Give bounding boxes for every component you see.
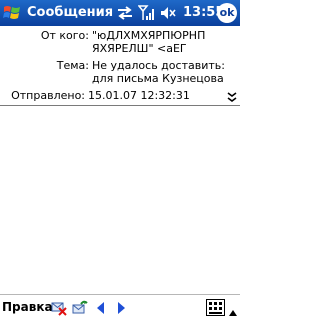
keyboard-icon[interactable] [206, 299, 225, 316]
from-value: "юДЛХМХЯРПЮРНП ЯХЯРЕЛШ" <аЕГ [92, 29, 206, 55]
app-title: Сообщения [27, 5, 114, 20]
double-chevron-down-icon[interactable] [226, 91, 238, 103]
windows-flag-icon[interactable] [2, 3, 22, 23]
message-header: От кого: "юДЛХМХЯРПЮРНП ЯХЯРЕЛШ" <аЕГ Те… [0, 26, 240, 106]
delete-message-icon[interactable] [51, 300, 67, 316]
from-label: От кого: [40, 29, 89, 42]
title-bar: Сообщения 13:55 ok [0, 0, 240, 26]
signal-strength-icon[interactable] [138, 5, 156, 21]
subject-label: Тема: [56, 59, 89, 72]
status-icons [116, 4, 176, 22]
menu-bar: Правка [0, 294, 240, 320]
message-body[interactable] [0, 106, 240, 294]
subject-value: Не удалось доставить: для письма Кузнецо… [92, 59, 225, 85]
speaker-muted-icon[interactable] [160, 5, 176, 21]
previous-arrow-icon[interactable] [93, 300, 109, 316]
sent-value: 15.01.07 12:32:31 [88, 89, 190, 102]
sent-label: Отправлено: [11, 89, 85, 102]
ok-button[interactable]: ok [217, 3, 237, 23]
reply-message-icon[interactable] [72, 300, 88, 316]
sync-arrows-icon[interactable] [116, 5, 134, 21]
edit-menu-button[interactable]: Правка [2, 300, 53, 314]
next-arrow-icon[interactable] [113, 300, 129, 316]
caret-up-icon[interactable] [228, 303, 238, 316]
